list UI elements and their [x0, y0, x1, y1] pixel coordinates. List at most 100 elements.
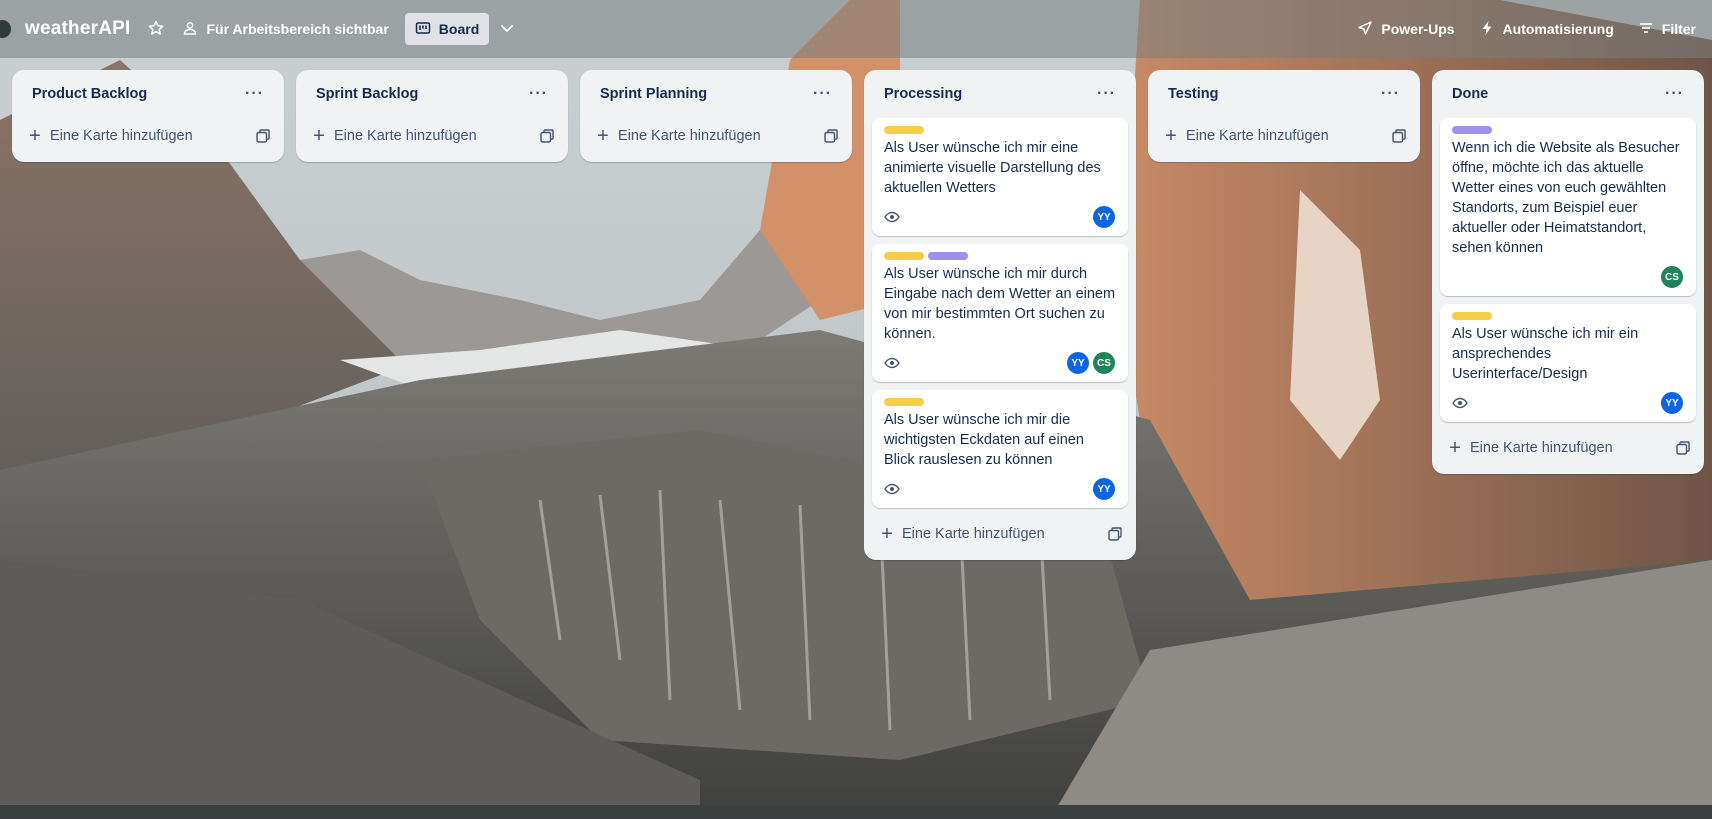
card[interactable]: Als User wünsche ich mir ein ansprechend…: [1440, 304, 1696, 422]
add-card-button[interactable]: + Eine Karte hinzufügen: [28, 126, 193, 146]
automation-label: Automatisierung: [1502, 21, 1614, 37]
add-card-button[interactable]: + Eine Karte hinzufügen: [1448, 438, 1613, 458]
filter-icon: [1638, 20, 1654, 39]
list-product-backlog: Product Backlog ··· + Eine Karte hinzufü…: [12, 70, 284, 162]
board-header: weatherAPI Für Arbeitsbereich sichtbar B…: [0, 0, 1712, 58]
list-title[interactable]: Sprint Planning: [600, 86, 707, 102]
add-card-button[interactable]: + Eine Karte hinzufügen: [596, 126, 761, 146]
list-menu-button[interactable]: ···: [239, 83, 270, 105]
add-card-label: Eine Karte hinzufügen: [902, 526, 1045, 542]
add-card-row: + Eine Karte hinzufügen: [588, 118, 844, 154]
add-card-row: + Eine Karte hinzufügen: [1156, 118, 1412, 154]
list-header: Testing ···: [1156, 70, 1412, 118]
list-sprint-planning: Sprint Planning ··· + Eine Karte hinzufü…: [580, 70, 852, 162]
list-menu-button[interactable]: ···: [1091, 83, 1122, 105]
star-button[interactable]: [140, 13, 172, 45]
list-testing: Testing ··· + Eine Karte hinzufügen: [1148, 70, 1420, 162]
list-menu-button[interactable]: ···: [1659, 83, 1690, 105]
add-card-label: Eine Karte hinzufügen: [1470, 440, 1613, 456]
card-badges: YY: [884, 204, 1116, 230]
label-yellow[interactable]: [884, 252, 924, 260]
card-members: CS: [1660, 265, 1684, 289]
template-icon[interactable]: [540, 129, 554, 143]
view-dropdown-button[interactable]: [491, 13, 523, 45]
template-icon[interactable]: [1392, 129, 1406, 143]
plus-icon: +: [29, 125, 41, 147]
add-card-button[interactable]: + Eine Karte hinzufügen: [312, 126, 477, 146]
add-card-button[interactable]: + Eine Karte hinzufügen: [880, 524, 1045, 544]
card-labels: [884, 398, 1116, 406]
list-header: Product Backlog ···: [20, 70, 276, 118]
plus-icon: +: [1165, 125, 1177, 147]
card-badges: YY: [1452, 390, 1684, 416]
sidebar-toggle[interactable]: [0, 19, 12, 39]
eye-icon: [1452, 395, 1468, 411]
template-icon[interactable]: [1676, 441, 1690, 455]
lightning-icon: [1479, 20, 1495, 39]
template-icon[interactable]: [1108, 527, 1122, 541]
card-title: Als User wünsche ich mir ein ansprechend…: [1452, 326, 1639, 382]
chevron-down-icon: [499, 20, 515, 39]
avatar[interactable]: CS: [1092, 351, 1116, 375]
list-menu-button[interactable]: ···: [1375, 83, 1406, 105]
automation-button[interactable]: Automatisierung: [1469, 13, 1624, 45]
card-labels: [884, 252, 1116, 260]
list-sprint-backlog: Sprint Backlog ··· + Eine Karte hinzufüg…: [296, 70, 568, 162]
rocket-icon: [1357, 20, 1373, 39]
avatar[interactable]: YY: [1066, 351, 1090, 375]
list-title[interactable]: Sprint Backlog: [316, 86, 418, 102]
plus-icon: +: [313, 125, 325, 147]
list-title[interactable]: Processing: [884, 86, 962, 102]
card-badges: CS: [1452, 264, 1684, 290]
card-title: Als User wünsche ich mir die wichtigsten…: [884, 412, 1084, 468]
label-yellow[interactable]: [1452, 312, 1492, 320]
add-card-row: + Eine Karte hinzufügen: [304, 118, 560, 154]
add-card-label: Eine Karte hinzufügen: [1186, 128, 1329, 144]
avatar[interactable]: CS: [1660, 265, 1684, 289]
avatar[interactable]: YY: [1660, 391, 1684, 415]
list-menu-button[interactable]: ···: [523, 83, 554, 105]
add-card-row: + Eine Karte hinzufügen: [20, 118, 276, 154]
avatar[interactable]: YY: [1092, 205, 1116, 229]
list-title[interactable]: Testing: [1168, 86, 1218, 102]
powerups-button[interactable]: Power-Ups: [1347, 13, 1464, 45]
add-card-label: Eine Karte hinzufügen: [334, 128, 477, 144]
card-labels: [1452, 312, 1684, 320]
list-title[interactable]: Product Backlog: [32, 86, 147, 102]
card-labels: [884, 126, 1116, 134]
star-icon: [148, 20, 164, 39]
list-header: Sprint Backlog ···: [304, 70, 560, 118]
card[interactable]: Als User wünsche ich mir die wichtigsten…: [872, 390, 1128, 508]
list-menu-button[interactable]: ···: [807, 83, 838, 105]
board-title[interactable]: weatherAPI: [25, 18, 130, 40]
add-card-row: + Eine Karte hinzufügen: [872, 516, 1128, 552]
add-card-button[interactable]: + Eine Karte hinzufügen: [1164, 126, 1329, 146]
label-yellow[interactable]: [884, 398, 924, 406]
list-title[interactable]: Done: [1452, 86, 1488, 102]
eye-icon: [884, 209, 900, 225]
list-done: Done ··· Wenn ich die Website als Besuch…: [1432, 70, 1704, 474]
view-label: Board: [438, 21, 480, 37]
plus-icon: +: [881, 523, 893, 545]
list-header: Sprint Planning ···: [588, 70, 844, 118]
eye-icon: [884, 355, 900, 371]
avatar[interactable]: YY: [1092, 477, 1116, 501]
label-purple[interactable]: [928, 252, 968, 260]
add-card-label: Eine Karte hinzufügen: [618, 128, 761, 144]
template-icon[interactable]: [256, 129, 270, 143]
visibility-label: Für Arbeitsbereich sichtbar: [206, 21, 389, 37]
view-switcher-board[interactable]: Board: [404, 13, 490, 45]
label-purple[interactable]: [1452, 126, 1492, 134]
template-icon[interactable]: [824, 129, 838, 143]
filter-button[interactable]: Filter: [1628, 13, 1706, 45]
card-members: YY: [1660, 391, 1684, 415]
label-yellow[interactable]: [884, 126, 924, 134]
visibility-button[interactable]: Für Arbeitsbereich sichtbar: [172, 13, 398, 45]
card-title: Als User wünsche ich mir eine animierte …: [884, 140, 1101, 196]
card[interactable]: Als User wünsche ich mir eine animierte …: [872, 118, 1128, 236]
card[interactable]: Wenn ich die Website als Besucher öffne,…: [1440, 118, 1696, 296]
card-badges: YY CS: [884, 350, 1116, 376]
card-members: YY CS: [1066, 351, 1116, 375]
list-header: Done ···: [1440, 70, 1696, 118]
card[interactable]: Als User wünsche ich mir durch Eingabe n…: [872, 244, 1128, 382]
